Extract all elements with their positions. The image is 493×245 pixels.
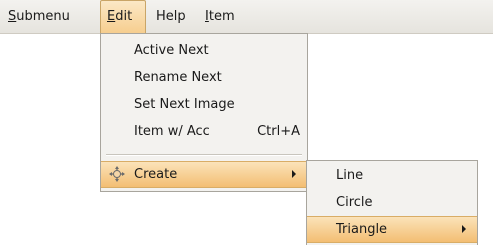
- menubar-item-item[interactable]: Item: [202, 0, 238, 34]
- menubar-item-edit[interactable]: Edit: [100, 0, 146, 34]
- create-submenu: Line Circle Triangle: [306, 160, 478, 245]
- menu-item-rename-next[interactable]: Rename Next: [101, 64, 307, 91]
- menu-item-create-label: Create: [134, 167, 178, 182]
- menu-item-item-w-acc[interactable]: Item w/ Acc Ctrl+A: [101, 118, 307, 145]
- menu-separator: [106, 154, 302, 156]
- menu-item-set-next-image-label: Set Next Image: [134, 97, 235, 112]
- menubar-item-edit-mnemonic: E: [107, 9, 116, 24]
- menu-item-line[interactable]: Line: [307, 162, 477, 189]
- crosshair-move-icon: [109, 166, 125, 182]
- menu-item-accelerator: Ctrl+A: [257, 124, 300, 139]
- menubar-item-submenu-label: ubmenu: [16, 9, 70, 24]
- menubar-item-help[interactable]: Help: [153, 0, 189, 34]
- submenu-arrow-icon: [292, 170, 296, 178]
- submenu-arrow-icon: [462, 225, 466, 233]
- edit-menu: Active Next Rename Next Set Next Image I…: [100, 33, 308, 192]
- menu-item-set-next-image[interactable]: Set Next Image: [101, 91, 307, 118]
- menubar: Submenu Edit Help Item: [0, 0, 493, 34]
- menu-item-circle[interactable]: Circle: [307, 189, 477, 216]
- menubar-item-edit-label: dit: [115, 9, 133, 24]
- menu-item-triangle[interactable]: Triangle: [307, 216, 477, 243]
- menubar-item-submenu[interactable]: Submenu: [4, 0, 74, 34]
- menu-item-line-label: Line: [336, 168, 364, 183]
- menubar-item-help-label: Help: [156, 9, 186, 24]
- menu-item-circle-label: Circle: [336, 195, 373, 210]
- menubar-item-item-label: tem: [208, 9, 235, 24]
- menu-item-active-next[interactable]: Active Next: [101, 37, 307, 64]
- menu-item-triangle-label: Triangle: [336, 222, 388, 237]
- menu-item-rename-next-label: Rename Next: [134, 70, 222, 85]
- menu-item-item-w-acc-label: Item w/ Acc: [134, 124, 210, 139]
- menu-item-create[interactable]: Create: [101, 161, 307, 188]
- menu-item-active-next-label: Active Next: [134, 43, 209, 58]
